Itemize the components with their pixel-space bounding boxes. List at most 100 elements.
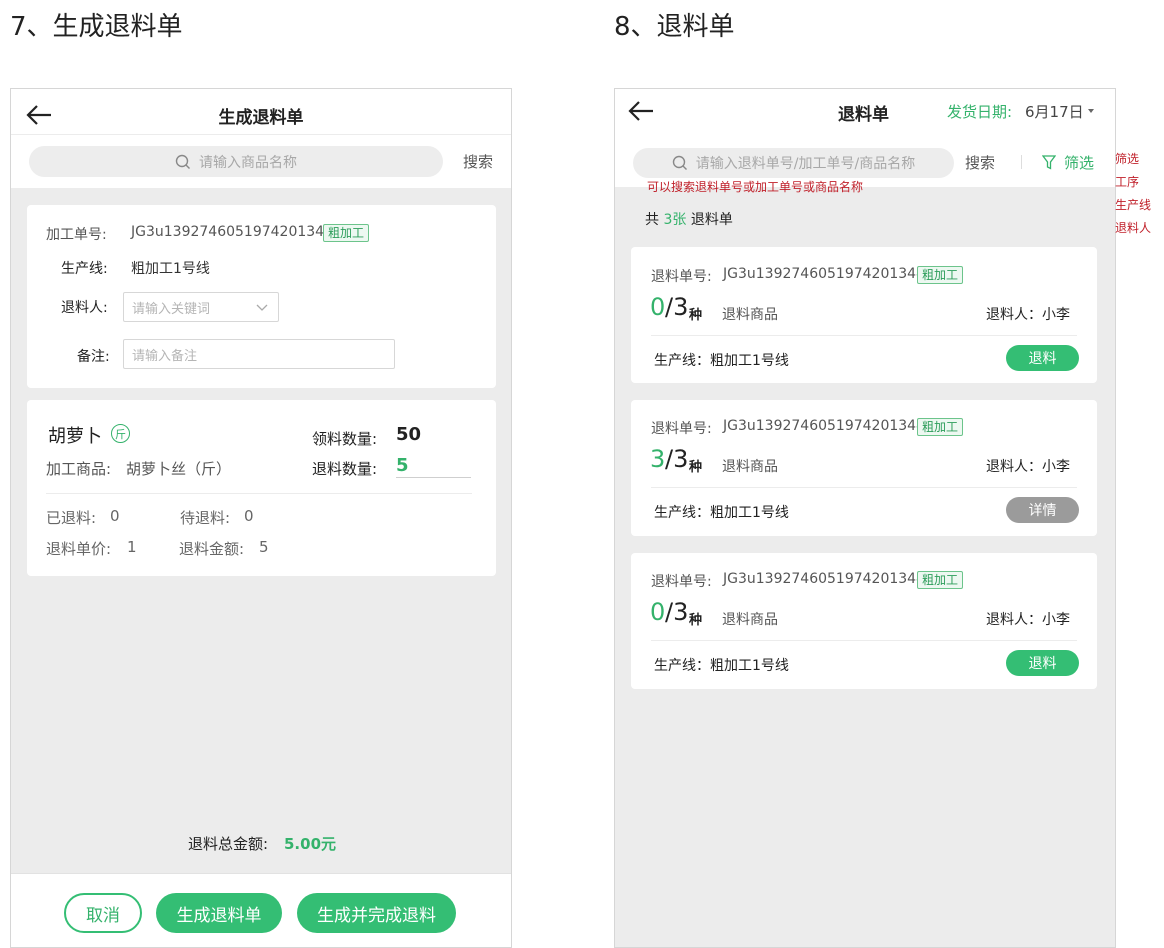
filter-label: 筛选	[1064, 154, 1095, 172]
generate-button[interactable]: 生成退料单	[156, 893, 282, 933]
person-label: 退料人:	[61, 300, 108, 316]
process-tag: 粗加工	[917, 571, 964, 589]
back-arrow-icon[interactable]	[627, 99, 657, 123]
return-order-card[interactable]: 退料单号: JG3u1392746051974201344 粗加工 0 /3 种…	[631, 247, 1097, 383]
product-divider	[46, 493, 472, 494]
remark-label: 备注:	[77, 349, 110, 365]
filter-icon	[1042, 155, 1056, 170]
line-text: 生产线：粗加工1号线	[654, 353, 789, 369]
process-tag: 粗加工	[323, 224, 370, 242]
header-divider	[11, 134, 511, 135]
chevron-down-icon	[256, 304, 268, 311]
done-count: 0	[650, 598, 666, 626]
generate-complete-button[interactable]: 生成并完成退料	[297, 893, 456, 933]
card-divider	[651, 640, 1077, 641]
process-tag: 粗加工	[917, 266, 964, 284]
filter-button[interactable]: 筛选	[1042, 152, 1094, 173]
order-no-label: 退料单号:	[651, 574, 712, 590]
order-no-value: JG3u1392746051974201344	[131, 224, 333, 240]
line-label: 生产线:	[61, 261, 108, 277]
order-no-label: 退料单号:	[651, 269, 712, 285]
date-label: 发货日期:	[947, 103, 1013, 121]
amount-value: 5	[259, 538, 269, 556]
cancel-button[interactable]: 取消	[64, 893, 142, 933]
order-no-value: JG3u1392746051974201344	[723, 418, 925, 434]
caret-down-icon[interactable]	[1087, 108, 1095, 114]
count-unit: 种	[689, 613, 703, 628]
order-no-value: JG3u1392746051974201344	[723, 571, 925, 587]
bottom-action-bar: 取消 生成退料单 生成并完成退料	[11, 873, 511, 947]
unit-price-label: 退料单价:	[46, 540, 112, 558]
person-placeholder: 请输入关键词	[132, 301, 211, 317]
search-input[interactable]: 请输入退料单号/加工单号/商品名称	[633, 148, 954, 178]
search-placeholder: 请输入商品名称	[199, 154, 297, 171]
section-title-8: 8、退料单	[614, 12, 735, 42]
card-divider	[651, 487, 1077, 488]
total-count: /3	[665, 598, 689, 626]
search-button[interactable]: 搜索	[965, 152, 995, 173]
done-count: 3	[650, 445, 666, 473]
return-button[interactable]: 退料	[1006, 345, 1079, 371]
remark-input[interactable]: 请输入备注	[123, 339, 395, 369]
search-input[interactable]: 请输入商品名称	[29, 146, 443, 177]
pending-value: 0	[244, 507, 254, 525]
section-title-7: 7、生成退料单	[10, 12, 183, 42]
left-header: 生成退料单 请输入商品名称 搜索	[11, 89, 511, 188]
line-text: 生产线：粗加工1号线	[654, 505, 789, 521]
person-text: 退料人：小李	[986, 307, 1070, 323]
line-text: 生产线：粗加工1号线	[654, 658, 789, 674]
right-header: 退料单 发货日期: 6月17日 请输入退料单号/加工单号/商品名称 搜索 筛选	[615, 89, 1115, 187]
return-button[interactable]: 退料	[1006, 650, 1079, 676]
side-note-process: 工序	[1115, 175, 1140, 189]
count-prefix: 共	[645, 212, 659, 228]
search-annotation: 可以搜索退料单号或加工单号或商品名称	[647, 180, 864, 194]
total-count: /3	[665, 293, 689, 321]
person-text: 退料人：小李	[986, 612, 1070, 628]
detail-button[interactable]: 详情	[1006, 497, 1079, 523]
person-text: 退料人：小李	[986, 459, 1070, 475]
search-placeholder: 请输入退料单号/加工单号/商品名称	[695, 156, 916, 172]
remark-placeholder: 请输入备注	[132, 348, 198, 364]
search-button[interactable]: 搜索	[463, 151, 493, 172]
page-title: 生成退料单	[218, 108, 304, 128]
receive-qty-value: 50	[396, 424, 422, 445]
count-unit: 种	[689, 308, 703, 323]
return-qty-label: 退料数量:	[312, 460, 378, 478]
returned-label: 已退料:	[46, 509, 97, 527]
processed-label: 加工商品:	[46, 460, 112, 478]
line-value: 粗加工1号线	[131, 261, 210, 277]
returned-value: 0	[110, 507, 120, 525]
total-amount-value: 5.00元	[284, 835, 337, 853]
side-note-filter: 筛选	[1115, 152, 1140, 166]
search-icon	[175, 154, 190, 169]
side-note-person: 退料人	[1115, 221, 1152, 235]
amount-label: 退料金额:	[179, 540, 245, 558]
return-qty-input[interactable]: 5	[396, 455, 471, 478]
process-tag: 粗加工	[917, 418, 964, 436]
filter-divider	[1021, 155, 1022, 169]
unit-badge: 斤	[111, 424, 130, 443]
order-no-value: JG3u1392746051974201344	[723, 266, 925, 282]
unit-price-value: 1	[127, 538, 137, 556]
goods-label: 退料商品	[722, 459, 778, 475]
person-select[interactable]: 请输入关键词	[123, 292, 279, 322]
return-order-card[interactable]: 退料单号: JG3u1392746051974201344 粗加工 3 /3 种…	[631, 400, 1097, 536]
left-phone-screen: 生成退料单 请输入商品名称 搜索 加工单号: JG3u1392746051974…	[10, 88, 512, 948]
order-info-card: 加工单号: JG3u1392746051974201344 粗加工 生产线: 粗…	[27, 205, 496, 388]
total-amount-label: 退料总金额:	[188, 835, 269, 853]
card-divider	[651, 335, 1077, 336]
count-value: 3张	[663, 212, 687, 228]
product-card: 胡萝卜 斤 加工商品: 胡萝卜丝（斤） 领料数量: 50 退料数量: 5 已退料…	[27, 400, 496, 576]
receive-qty-label: 领料数量:	[312, 430, 378, 448]
order-no-label: 退料单号:	[651, 421, 712, 437]
count-suffix: 退料单	[690, 212, 733, 228]
date-value[interactable]: 6月17日	[1025, 101, 1084, 122]
pending-label: 待退料:	[180, 509, 231, 527]
page-title: 退料单	[838, 105, 889, 125]
right-phone-screen: 退料单 发货日期: 6月17日 请输入退料单号/加工单号/商品名称 搜索 筛选 …	[614, 88, 1116, 948]
side-note-line: 生产线	[1115, 198, 1152, 212]
goods-label: 退料商品	[722, 307, 778, 323]
return-order-card[interactable]: 退料单号: JG3u1392746051974201344 粗加工 0 /3 种…	[631, 553, 1097, 689]
product-name: 胡萝卜	[48, 426, 102, 447]
order-count: 共 3张 退料单	[645, 209, 733, 229]
